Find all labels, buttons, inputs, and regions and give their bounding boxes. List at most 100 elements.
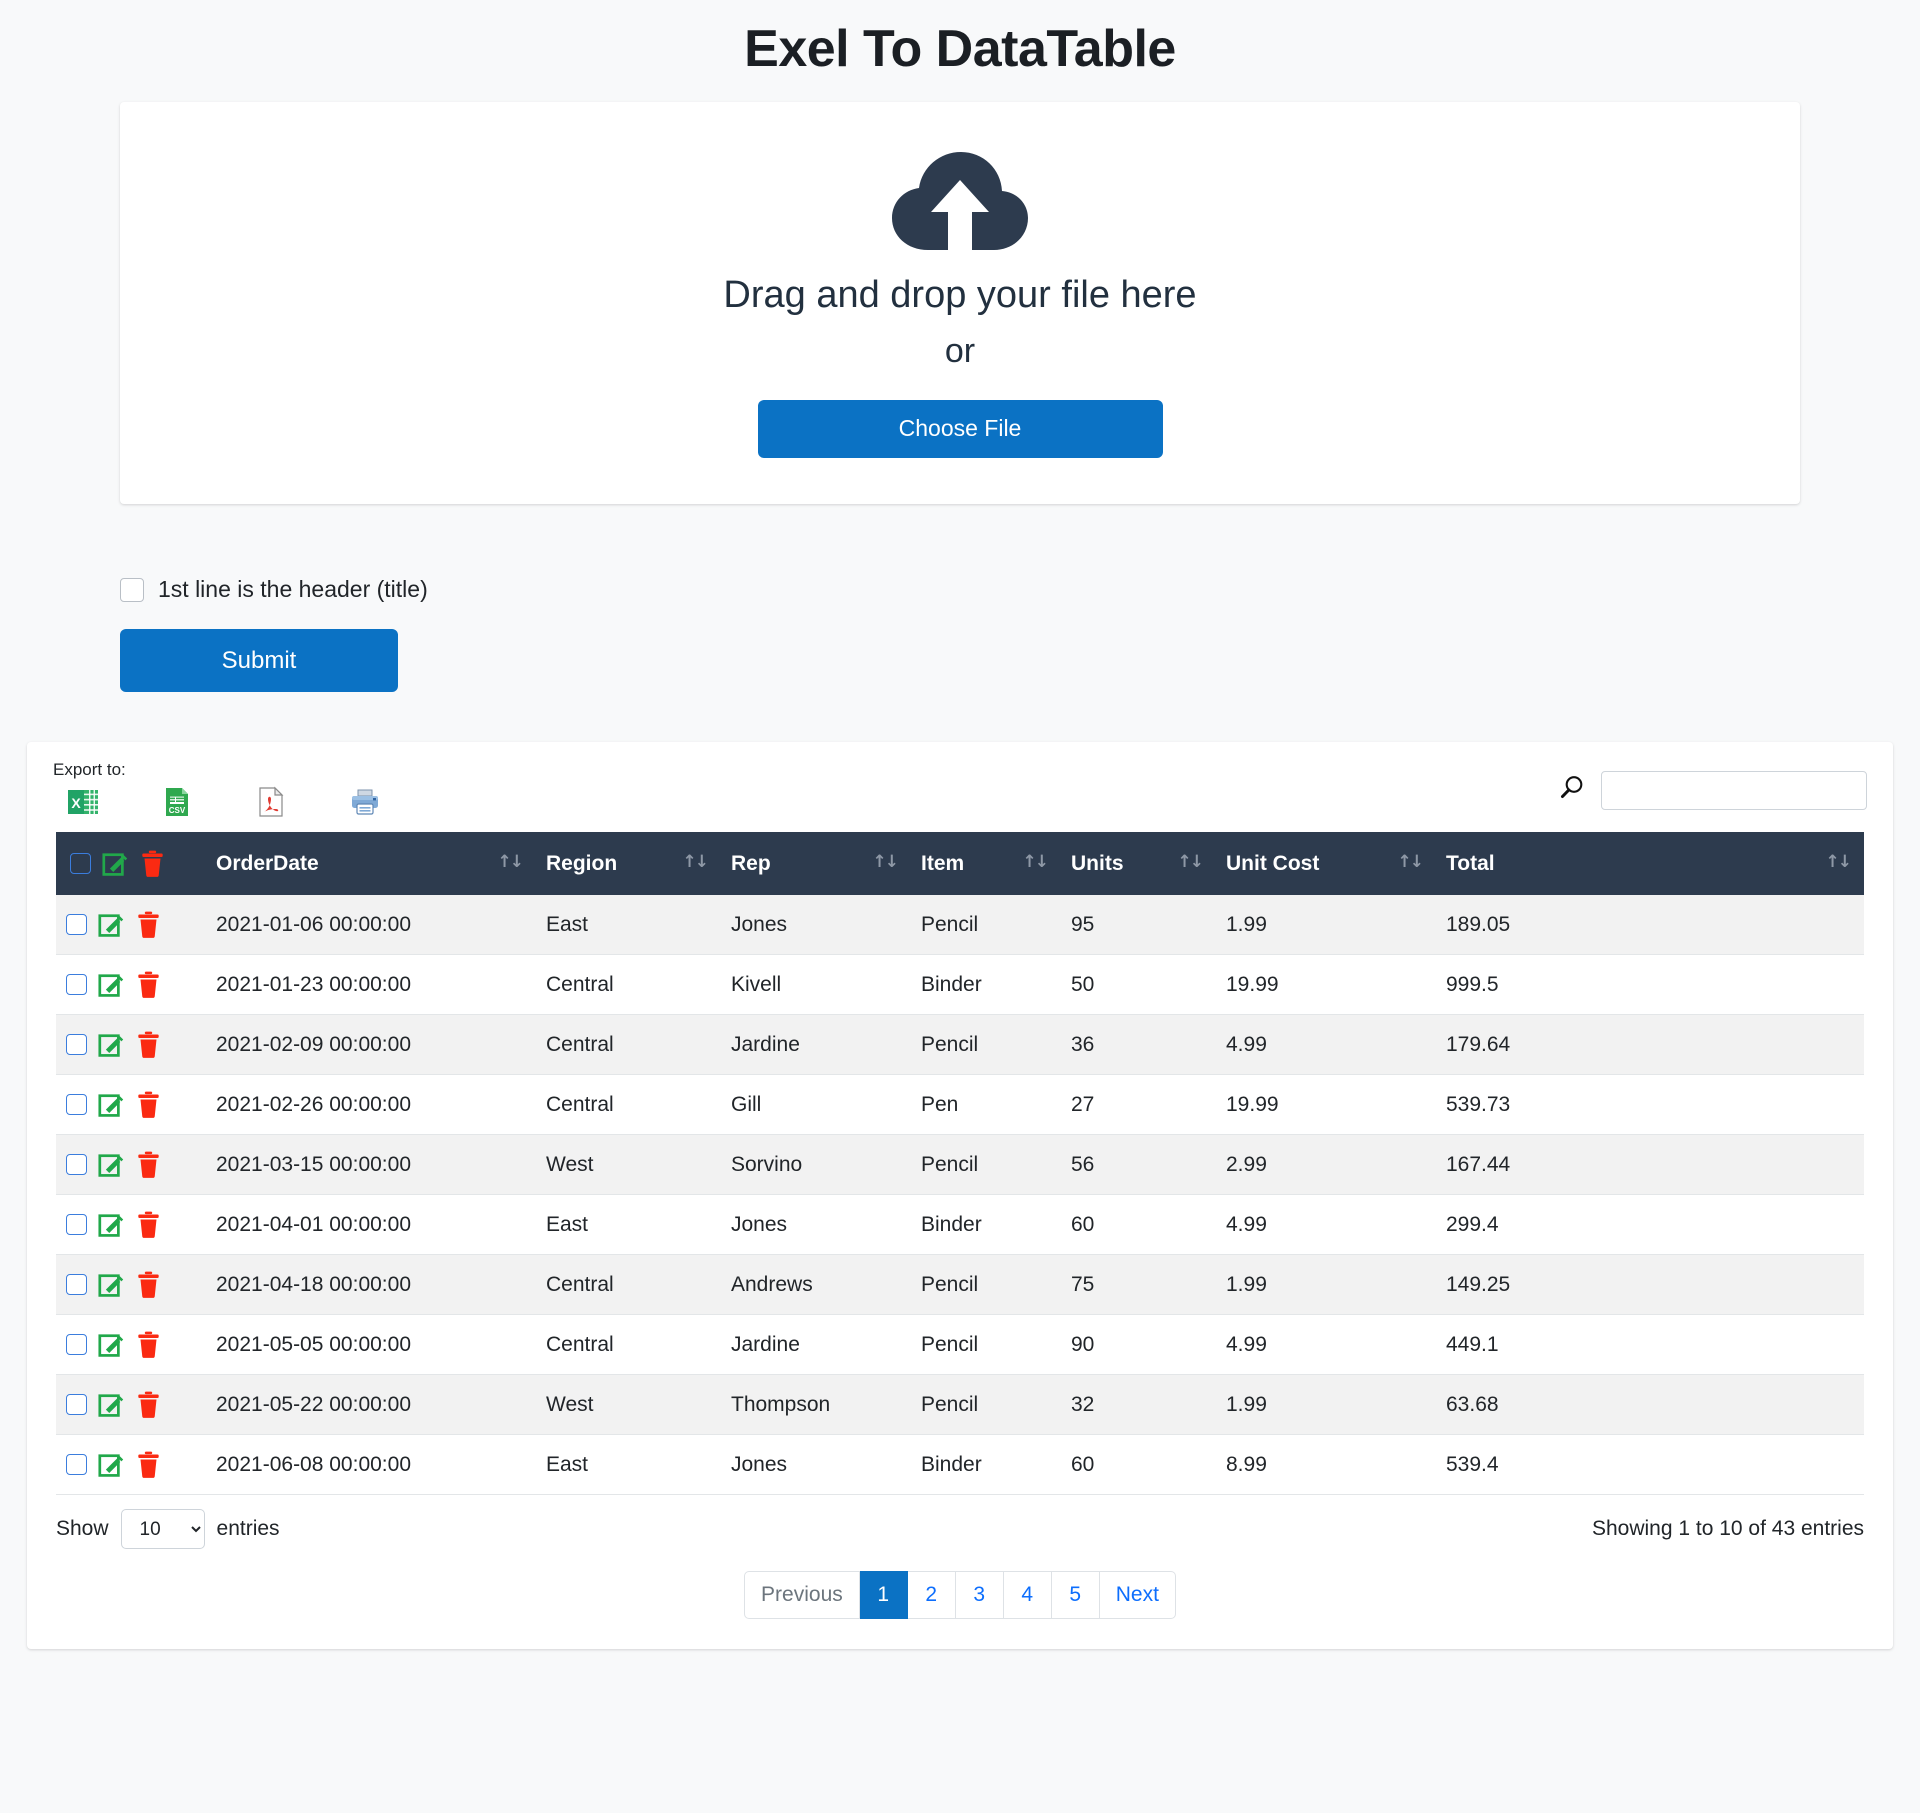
- entries-label: entries: [216, 1517, 280, 1541]
- row-select-checkbox[interactable]: [66, 1154, 87, 1176]
- svg-text:X: X: [71, 795, 81, 811]
- delete-all-icon[interactable]: [140, 850, 165, 878]
- delete-icon[interactable]: [136, 1451, 161, 1479]
- print-icon[interactable]: [349, 786, 381, 818]
- pagination-page-3[interactable]: 3: [955, 1571, 1004, 1620]
- edit-icon[interactable]: [98, 1451, 125, 1478]
- row-select-checkbox[interactable]: [66, 1334, 87, 1356]
- sort-icon-units[interactable]: ↑↓: [1178, 852, 1207, 872]
- delete-icon[interactable]: [136, 1331, 161, 1359]
- cell-total: 63.68: [1436, 1374, 1864, 1436]
- row-select-checkbox[interactable]: [66, 1214, 87, 1236]
- row-select-checkbox[interactable]: [66, 914, 87, 936]
- page-length-control: Show 102550100 entries: [56, 1509, 280, 1550]
- delete-icon[interactable]: [136, 1091, 161, 1119]
- row-select-checkbox[interactable]: [66, 1454, 87, 1476]
- delete-icon[interactable]: [136, 1271, 161, 1299]
- pdf-export-icon[interactable]: [255, 786, 287, 818]
- header-total[interactable]: Total ↑↓: [1436, 832, 1864, 896]
- pagination-previous[interactable]: Previous: [744, 1571, 860, 1620]
- datatable-toolbar: Export to: X CSV: [27, 752, 1893, 824]
- cloud-upload-icon: [890, 150, 1030, 254]
- submit-button[interactable]: Submit: [120, 629, 398, 693]
- header-item[interactable]: Item ↑↓: [911, 832, 1061, 896]
- header-units-label: Units: [1071, 851, 1124, 875]
- table-head: OrderDate ↑↓ Region ↑↓ Rep ↑↓ Item ↑↓ Un…: [56, 832, 1864, 896]
- pagination-page-5[interactable]: 5: [1051, 1571, 1100, 1620]
- export-label: Export to:: [53, 760, 126, 780]
- cell-item: Pencil: [911, 1374, 1061, 1436]
- data-table: OrderDate ↑↓ Region ↑↓ Rep ↑↓ Item ↑↓ Un…: [56, 832, 1864, 1496]
- select-all-checkbox[interactable]: [70, 853, 91, 875]
- cell-item: Pen: [911, 1074, 1061, 1136]
- search-input[interactable]: [1601, 771, 1867, 811]
- header-item-label: Item: [921, 851, 965, 875]
- file-dropzone[interactable]: Drag and drop your file here or Choose F…: [120, 102, 1800, 505]
- table-row: 2021-02-26 00:00:00 Central Gill Pen 27 19.99…: [56, 1074, 1864, 1136]
- cell-item: Pencil: [911, 1014, 1061, 1076]
- header-units[interactable]: Units ↑↓: [1061, 832, 1216, 896]
- delete-icon[interactable]: [136, 1031, 161, 1059]
- delete-icon[interactable]: [136, 1151, 161, 1179]
- pagination-next[interactable]: Next: [1099, 1571, 1176, 1620]
- csv-export-icon[interactable]: CSV: [161, 786, 193, 818]
- header-unitcost-label: Unit Cost: [1226, 851, 1320, 875]
- pagination-page-2[interactable]: 2: [907, 1571, 956, 1620]
- row-actions-cell: [56, 954, 206, 1016]
- header-orderdate[interactable]: OrderDate ↑↓: [206, 832, 536, 896]
- edit-icon[interactable]: [98, 1391, 125, 1418]
- sort-icon-region[interactable]: ↑↓: [683, 852, 712, 872]
- row-select-checkbox[interactable]: [66, 974, 87, 996]
- cell-total: 299.4: [1436, 1194, 1864, 1256]
- row-select-checkbox[interactable]: [66, 1274, 87, 1296]
- cell-unitcost: 4.99: [1216, 1194, 1436, 1256]
- cell-rep: Kivell: [721, 954, 911, 1016]
- pagination-page-4[interactable]: 4: [1003, 1571, 1052, 1620]
- cell-total: 149.25: [1436, 1254, 1864, 1316]
- row-actions-cell: [56, 895, 206, 956]
- header-rep[interactable]: Rep ↑↓: [721, 832, 911, 896]
- pagination: Previous 1 2 3 4 5 Next: [744, 1571, 1176, 1620]
- edit-icon[interactable]: [98, 1211, 125, 1238]
- excel-export-icon[interactable]: X: [67, 786, 99, 818]
- cell-item: Binder: [911, 954, 1061, 1016]
- cell-unitcost: 2.99: [1216, 1134, 1436, 1196]
- sort-icon-orderdate[interactable]: ↑↓: [498, 852, 527, 872]
- edit-icon[interactable]: [98, 1331, 125, 1358]
- row-select-checkbox[interactable]: [66, 1034, 87, 1056]
- pagination-page-1[interactable]: 1: [859, 1571, 908, 1620]
- row-select-checkbox[interactable]: [66, 1094, 87, 1116]
- header-region[interactable]: Region ↑↓: [536, 832, 721, 896]
- dropzone-instruction: Drag and drop your file here: [723, 274, 1197, 317]
- edit-icon[interactable]: [98, 1091, 125, 1118]
- sort-icon-unitcost[interactable]: ↑↓: [1398, 852, 1427, 872]
- show-label: Show: [56, 1517, 109, 1541]
- cell-total: 167.44: [1436, 1134, 1864, 1196]
- header-checkbox-row[interactable]: 1st line is the header (title): [120, 576, 1800, 603]
- cell-rep: Jones: [721, 895, 911, 956]
- sort-icon-total[interactable]: ↑↓: [1826, 852, 1855, 872]
- cell-rep: Jones: [721, 1434, 911, 1496]
- cell-orderdate: 2021-05-22 00:00:00: [206, 1374, 536, 1436]
- cell-orderdate: 2021-05-05 00:00:00: [206, 1314, 536, 1376]
- cell-rep: Sorvino: [721, 1134, 911, 1196]
- delete-icon[interactable]: [136, 1211, 161, 1239]
- edit-icon[interactable]: [98, 971, 125, 998]
- header-unitcost[interactable]: Unit Cost ↑↓: [1216, 832, 1436, 896]
- edit-icon[interactable]: [98, 911, 125, 938]
- edit-icon[interactable]: [98, 1151, 125, 1178]
- delete-icon[interactable]: [136, 911, 161, 939]
- cell-unitcost: 19.99: [1216, 1074, 1436, 1136]
- edit-icon[interactable]: [98, 1031, 125, 1058]
- edit-all-icon[interactable]: [102, 850, 129, 877]
- delete-icon[interactable]: [136, 971, 161, 999]
- edit-icon[interactable]: [98, 1271, 125, 1298]
- first-line-header-checkbox[interactable]: [120, 577, 144, 602]
- sort-icon-item[interactable]: ↑↓: [1023, 852, 1052, 872]
- page-length-select[interactable]: 102550100: [120, 1509, 205, 1550]
- row-select-checkbox[interactable]: [66, 1394, 87, 1416]
- sort-icon-rep[interactable]: ↑↓: [873, 852, 902, 872]
- cell-item: Pencil: [911, 895, 1061, 956]
- delete-icon[interactable]: [136, 1391, 161, 1419]
- choose-file-button[interactable]: Choose File: [757, 400, 1163, 459]
